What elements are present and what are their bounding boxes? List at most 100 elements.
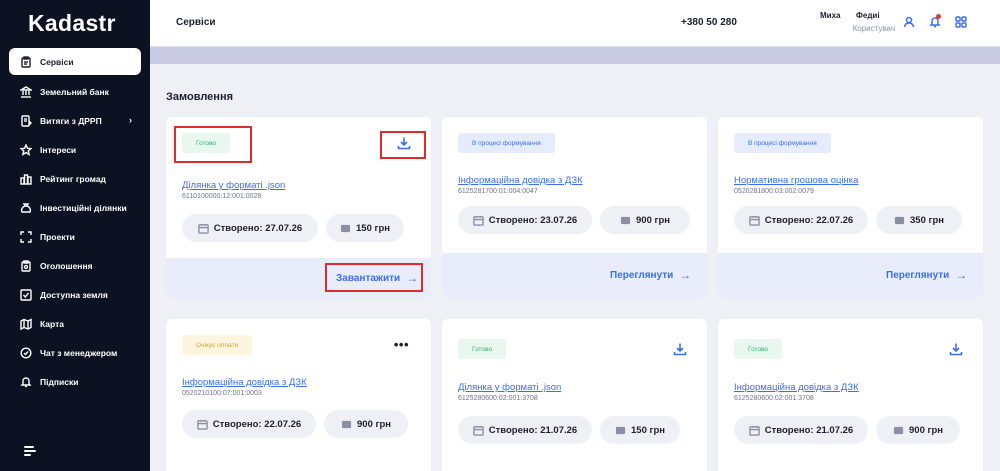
calendar-icon bbox=[197, 223, 209, 234]
view-button-label: Переглянути bbox=[610, 269, 674, 281]
clipboard-icon bbox=[20, 55, 32, 68]
sidebar-item-interests[interactable]: Інтереси bbox=[0, 135, 150, 164]
created-date: Створено: 22.07.26 bbox=[764, 214, 854, 226]
order-title-link[interactable]: Ділянка у форматі .json bbox=[182, 180, 285, 191]
wallet-icon bbox=[341, 420, 352, 428]
price-pill: 900 грн bbox=[876, 416, 960, 444]
check-square-icon bbox=[20, 288, 32, 301]
order-card: В процесі формування Нормативна грошова … bbox=[718, 117, 983, 298]
sidebar-item-services[interactable]: Сервіси bbox=[9, 48, 141, 75]
sidebar-item-label: Оголошення bbox=[40, 260, 93, 271]
sidebar-item-community-rating[interactable]: Рейтинг громад bbox=[0, 164, 150, 193]
created-date: Створено: 21.07.26 bbox=[764, 424, 854, 436]
cadastral-number: 6125281700:01:004:0047 bbox=[458, 188, 538, 195]
sidebar-item-label: Підписки bbox=[40, 376, 79, 387]
user-role: Користувач bbox=[852, 24, 895, 33]
order-title-link[interactable]: Нормативна грошова оцінка bbox=[734, 175, 858, 186]
download-icon[interactable] bbox=[673, 342, 687, 356]
arrow-right-icon: → bbox=[955, 268, 968, 282]
order-title-link[interactable]: Ділянка у форматі .json bbox=[458, 382, 561, 393]
price: 350 грн bbox=[910, 214, 944, 226]
wallet-icon bbox=[894, 216, 905, 224]
calendar-icon bbox=[196, 419, 208, 430]
sidebar-item-subscriptions[interactable]: Підписки bbox=[0, 367, 150, 396]
cadastral-number: 6110100000:12:001:0028 bbox=[182, 193, 262, 200]
wallet-icon bbox=[615, 426, 626, 434]
created-date-pill: Створено: 22.07.26 bbox=[182, 410, 316, 438]
price-pill: 350 грн bbox=[876, 206, 962, 234]
status-badge: В процесі формування bbox=[458, 133, 555, 153]
sidebar-item-map[interactable]: Карта bbox=[0, 309, 150, 338]
sidebar-item-label: Витяги з ДРРП bbox=[40, 115, 102, 126]
sidebar-item-label: Земельний банк bbox=[40, 86, 109, 97]
price: 150 грн bbox=[631, 424, 665, 436]
more-options-icon[interactable]: ••• bbox=[394, 337, 409, 352]
wallet-icon bbox=[620, 216, 631, 224]
sidebar-item-label: Інвестиційні ділянки bbox=[40, 202, 127, 213]
apps-grid-icon[interactable] bbox=[952, 13, 970, 31]
price: 900 грн bbox=[909, 424, 943, 436]
order-title-link[interactable]: Інформаційна довідка з ДЗК bbox=[182, 377, 307, 388]
sidebar-item-label: Доступна земля bbox=[40, 289, 108, 300]
notifications-bell-icon[interactable] bbox=[926, 13, 944, 31]
created-date-pill: Створено: 23.07.26 bbox=[458, 206, 592, 234]
sidebar: Kadastr Сервіси Земельний банк Витяги з … bbox=[0, 0, 150, 471]
sidebar-item-drrp-extracts[interactable]: Витяги з ДРРП › bbox=[0, 106, 150, 135]
frame-icon bbox=[20, 230, 32, 243]
sidebar-item-projects[interactable]: Проекти bbox=[0, 222, 150, 251]
sidebar-item-manager-chat[interactable]: Чат з менеджером bbox=[0, 338, 150, 367]
price: 900 грн bbox=[636, 214, 670, 226]
status-badge: Очікує оплати bbox=[182, 335, 253, 355]
menu-collapse-icon[interactable] bbox=[24, 446, 36, 458]
money-bag-icon bbox=[20, 202, 32, 214]
price-pill: 150 грн bbox=[600, 416, 680, 444]
sidebar-item-label: Карта bbox=[40, 318, 64, 329]
cadastral-number: 6125280600:02:001:3708 bbox=[458, 395, 538, 402]
support-phone[interactable]: +380 50 280 bbox=[681, 17, 737, 28]
user-name: Миха Федиі bbox=[820, 11, 880, 20]
created-date-pill: Створено: 27.07.26 bbox=[182, 214, 318, 242]
order-card: Очікує оплати ••• Інформаційна довідка з… bbox=[166, 319, 431, 471]
order-title-link[interactable]: Інформаційна довідка з ДЗК bbox=[458, 175, 583, 186]
sidebar-item-land-bank[interactable]: Земельний банк bbox=[0, 77, 150, 106]
sidebar-item-label: Рейтинг громад bbox=[40, 173, 106, 184]
calendar-icon bbox=[748, 215, 760, 226]
order-title-link[interactable]: Інформаційна довідка з ДЗК bbox=[734, 382, 859, 393]
created-date-pill: Створено: 21.07.26 bbox=[458, 416, 592, 444]
highlight-download-button-box bbox=[325, 263, 423, 292]
card-footer: Переглянути → bbox=[718, 253, 983, 298]
notification-dot bbox=[936, 14, 941, 19]
bank-icon bbox=[20, 85, 32, 98]
top-banner bbox=[150, 47, 1000, 64]
created-date: Створено: 23.07.26 bbox=[488, 214, 578, 226]
status-badge: В процесі формування bbox=[734, 133, 831, 153]
download-icon[interactable] bbox=[949, 342, 963, 356]
orders-section-title: Замовлення bbox=[166, 91, 234, 103]
sidebar-item-label: Інтереси bbox=[40, 144, 77, 155]
created-date-pill: Створено: 22.07.26 bbox=[734, 206, 868, 234]
status-badge: Готово bbox=[734, 339, 783, 359]
wallet-icon bbox=[893, 426, 904, 434]
arrow-right-icon: → bbox=[679, 268, 692, 282]
highlight-download-icon-box bbox=[380, 131, 426, 159]
view-button[interactable]: Переглянути → bbox=[610, 268, 691, 282]
kadastr-logo[interactable]: Kadastr bbox=[28, 10, 116, 37]
status-badge: Готово bbox=[458, 339, 507, 359]
sidebar-item-label: Проекти bbox=[40, 231, 75, 242]
top-header: Сервіси +380 50 280 Миха Федиі Користува… bbox=[150, 0, 1000, 47]
document-icon bbox=[20, 114, 32, 127]
user-profile-icon[interactable] bbox=[900, 13, 918, 31]
order-card: Готово Інформаційна довідка з ДЗК 612528… bbox=[718, 319, 983, 471]
cadastral-number: 0520281800:03:002:0079 bbox=[734, 188, 814, 195]
sidebar-item-announcements[interactable]: Оголошення bbox=[0, 251, 150, 280]
created-date: Створено: 21.07.26 bbox=[488, 424, 578, 436]
view-button[interactable]: Переглянути → bbox=[886, 268, 967, 282]
calendar-icon bbox=[472, 215, 484, 226]
cadastral-number: 0520210100:07:001:0003 bbox=[182, 390, 262, 397]
price-pill: 150 грн bbox=[326, 214, 404, 242]
sidebar-item-available-land[interactable]: Доступна земля bbox=[0, 280, 150, 309]
sidebar-item-investment-plots[interactable]: Інвестиційні ділянки bbox=[0, 193, 150, 222]
bell-icon bbox=[20, 376, 32, 388]
sidebar-item-label: Чат з менеджером bbox=[40, 347, 118, 358]
order-card: Готово Ділянка у форматі .json 612528060… bbox=[442, 319, 707, 471]
